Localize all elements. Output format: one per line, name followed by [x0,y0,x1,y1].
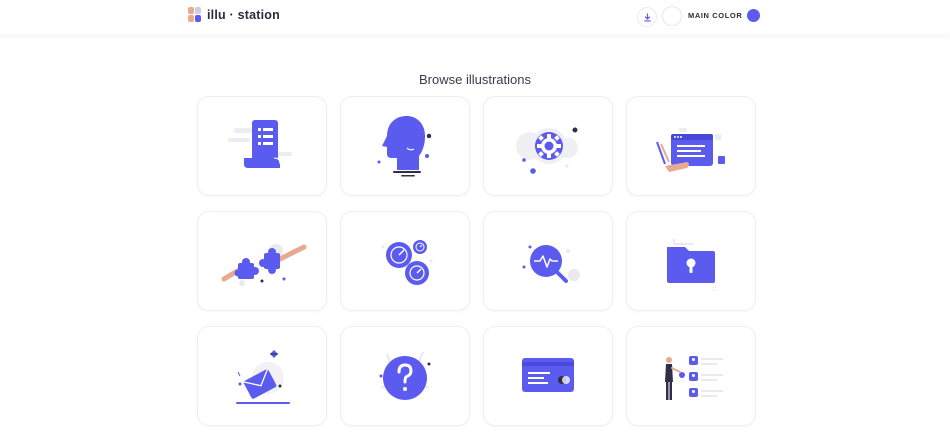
illustration-card[interactable] [340,96,470,196]
main-color-label: MAIN COLOR [688,11,743,20]
document-list-icon [228,120,292,168]
top-bar: illu · station MAIN COLOR [0,0,950,34]
illustration-grid [197,96,757,426]
illustration-card[interactable] [626,326,756,426]
illustration-card[interactable] [197,326,327,426]
illustration-card[interactable] [340,326,470,426]
envelope-icon [236,350,290,404]
magnifier-pulse-icon [522,245,580,283]
illustration-card[interactable] [483,96,613,196]
browser-window-icon [656,128,725,172]
gauges-icon [381,240,433,285]
illustration-card[interactable] [197,96,327,196]
gear-settings-icon [516,127,578,174]
credit-card-icon [522,358,574,392]
color-swatch-empty[interactable] [662,6,682,26]
presentation-person-icon [665,356,723,400]
main-color-picker[interactable] [747,9,760,22]
locked-folder-icon [667,239,717,291]
question-mark-icon [379,351,431,400]
illustration-card[interactable] [626,96,756,196]
illustration-card[interactable] [483,326,613,426]
illustration-card[interactable] [197,211,327,311]
illustration-card[interactable] [626,211,756,311]
page-title: Browse illustrations [419,72,531,87]
logo[interactable]: illu · station [188,7,280,23]
download-icon [643,12,651,22]
logo-text: illu · station [207,8,280,22]
illustration-card[interactable] [340,211,470,311]
head-profile-icon [377,116,432,177]
puzzle-pieces-icon [221,244,307,286]
logo-mark-icon [188,7,202,23]
download-button[interactable] [637,7,657,27]
illustration-card[interactable] [483,211,613,311]
